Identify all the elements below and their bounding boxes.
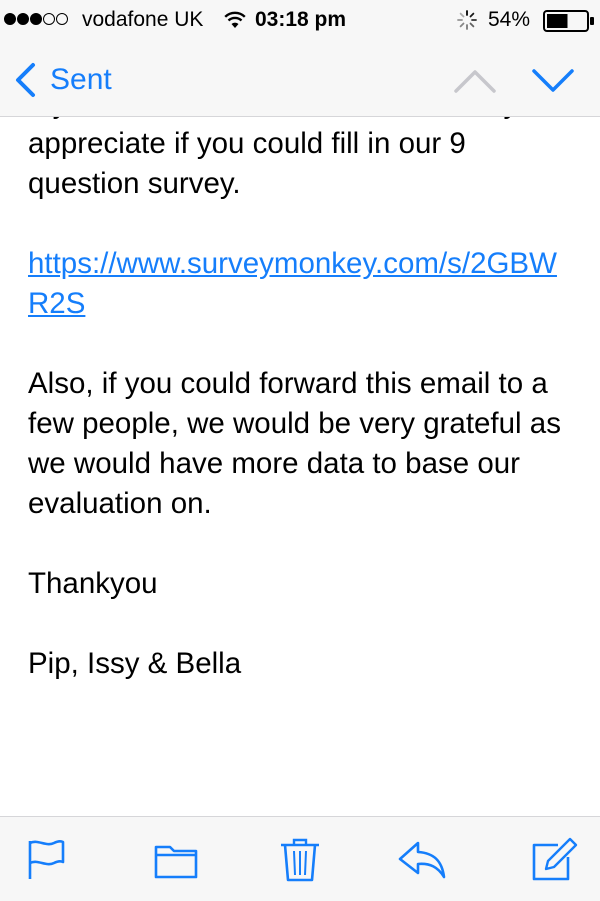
navigation-bar: Sent [0,40,600,116]
message-paragraph: Also, if you could forward this email to… [28,367,561,520]
flag-button[interactable] [20,835,72,883]
back-button-label: Sent [50,63,112,96]
back-button[interactable]: Sent [14,58,112,102]
battery-icon [543,10,594,32]
battery-percentage: 54% [488,8,531,31]
move-to-folder-button[interactable] [150,835,202,883]
bottom-toolbar [0,816,600,901]
chevron-left-icon [16,63,35,97]
signal-strength-icon [4,13,69,27]
message-closing: Thankyou [28,567,158,600]
compose-icon [532,837,578,881]
message-signature: Pip, Issy & Bella [28,647,242,680]
reply-button[interactable] [396,835,448,883]
chevron-down-icon[interactable] [530,66,576,96]
carrier-name: vodafone UK [82,8,204,31]
clock: 03:18 pm [255,8,347,31]
flag-icon [28,840,65,879]
top-bar: vodafone UK 03:18 pm 54% Sent [0,0,600,117]
survey-link[interactable]: https://www.surveymonkey.com/s/2GBWR2S [28,247,557,320]
reply-icon [398,841,446,879]
status-bar: vodafone UK 03:18 pm 54% [0,0,600,40]
message-body: If you have 5 minutes we would really ap… [28,84,578,724]
trash-icon [281,838,319,882]
activity-spinner-icon [457,10,477,30]
chevron-up-icon[interactable] [452,66,498,96]
delete-button[interactable] [274,835,326,883]
compose-button[interactable] [528,835,580,883]
folder-icon [154,845,198,879]
wifi-icon [224,11,246,28]
